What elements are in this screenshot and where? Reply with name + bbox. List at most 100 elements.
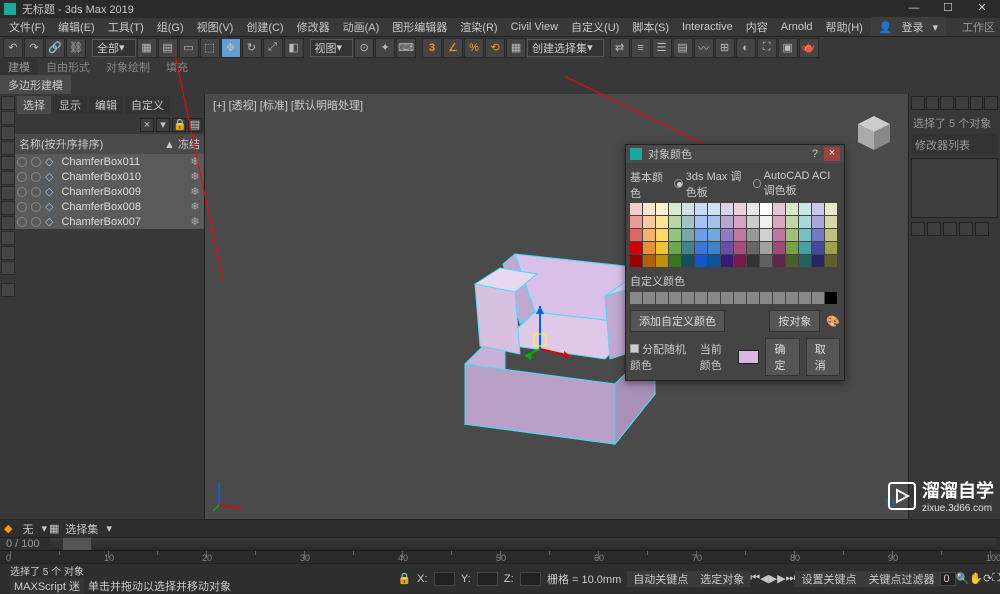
tool10-icon[interactable]: [1, 231, 15, 245]
by-object-button[interactable]: 按对象: [769, 310, 820, 332]
color-swatch[interactable]: [643, 255, 655, 267]
color-swatch[interactable]: [682, 255, 694, 267]
color-swatch[interactable]: [669, 203, 681, 215]
color-swatch[interactable]: [734, 229, 746, 241]
color-swatch[interactable]: [708, 255, 720, 267]
link-button[interactable]: 🔗: [45, 38, 65, 58]
menu-group[interactable]: 组(G): [152, 18, 189, 36]
color-swatch[interactable]: [656, 242, 668, 254]
current-color-swatch[interactable]: [738, 350, 759, 364]
add-custom-button[interactable]: 添加自定义颜色: [630, 310, 725, 332]
color-swatch[interactable]: [799, 203, 811, 215]
schematic-button[interactable]: ⊞: [715, 38, 735, 58]
object-name[interactable]: ChamferBox008: [57, 201, 184, 213]
color-swatch[interactable]: [708, 203, 720, 215]
color-swatch[interactable]: [825, 203, 837, 215]
frame-input[interactable]: 0: [940, 572, 955, 586]
modifier-stack[interactable]: [911, 158, 998, 218]
menu-script[interactable]: 脚本(S): [627, 18, 674, 36]
visibility-icon[interactable]: [17, 187, 27, 197]
key-mode-none[interactable]: 无: [16, 521, 39, 537]
color-swatch[interactable]: [773, 216, 785, 228]
color-swatch[interactable]: [799, 255, 811, 267]
color-swatch[interactable]: [695, 203, 707, 215]
color-swatch[interactable]: [760, 242, 772, 254]
redo-button[interactable]: ↷: [24, 38, 44, 58]
scene-row[interactable]: ◇ChamferBox009❄: [15, 184, 204, 199]
color-swatch[interactable]: [669, 242, 681, 254]
freeze-icon[interactable]: ❄: [188, 185, 202, 198]
custom-swatch[interactable]: [734, 292, 746, 304]
move-button[interactable]: ✥: [221, 38, 241, 58]
select-window-button[interactable]: ⬚: [200, 38, 220, 58]
material-button[interactable]: ◐: [736, 38, 756, 58]
paint-icon[interactable]: [1, 126, 15, 140]
color-swatch[interactable]: [825, 229, 837, 241]
freeze-icon[interactable]: ❄: [188, 155, 202, 168]
menu-render[interactable]: 渲染(R): [455, 18, 502, 36]
showend-icon[interactable]: [927, 222, 941, 236]
config-icon[interactable]: [975, 222, 989, 236]
color-swatch[interactable]: [669, 216, 681, 228]
setkey-button[interactable]: 设置关键点: [795, 571, 862, 587]
color-swatch[interactable]: [812, 229, 824, 241]
color-swatch[interactable]: [682, 242, 694, 254]
scale-button[interactable]: ⤢: [263, 38, 283, 58]
autokey-button[interactable]: 自动关键点: [627, 571, 694, 587]
coord-z-input[interactable]: [520, 572, 541, 586]
color-swatch[interactable]: [734, 216, 746, 228]
color-swatch[interactable]: [682, 229, 694, 241]
color-swatch[interactable]: [643, 203, 655, 215]
custom-swatch[interactable]: [747, 292, 759, 304]
ribbon-tab-polymodel[interactable]: 多边形建模: [0, 75, 71, 95]
curve-editor-button[interactable]: 〰: [694, 38, 714, 58]
object-name[interactable]: ChamferBox007: [57, 216, 184, 228]
tool6-icon[interactable]: [1, 171, 15, 185]
freeze-icon[interactable]: ❄: [188, 215, 202, 228]
color-swatch[interactable]: [747, 216, 759, 228]
hierarchy-tab-icon[interactable]: [940, 96, 954, 110]
render-button[interactable]: 🫖: [799, 38, 819, 58]
color-swatch[interactable]: [812, 255, 824, 267]
color-swatch[interactable]: [760, 216, 772, 228]
unlink-button[interactable]: ⛓: [66, 38, 86, 58]
viewport-label[interactable]: [+] [透视] [标准] [默认明暗处理]: [213, 97, 363, 113]
zoom-icon[interactable]: 🔍: [956, 572, 970, 585]
color-swatch[interactable]: [708, 216, 720, 228]
set-key-icon[interactable]: ◆: [0, 522, 16, 535]
color-swatch[interactable]: [786, 255, 798, 267]
color-swatch[interactable]: [734, 203, 746, 215]
color-swatch[interactable]: [721, 242, 733, 254]
color-swatch[interactable]: [760, 229, 772, 241]
close-button[interactable]: ✕: [968, 1, 996, 17]
color-swatch[interactable]: [630, 216, 642, 228]
color-swatch[interactable]: [786, 216, 798, 228]
orbit-icon[interactable]: ⟳: [983, 572, 992, 585]
color-swatch[interactable]: [721, 255, 733, 267]
filter-select[interactable]: 全部 ▾: [92, 39, 136, 57]
mirror-button[interactable]: ⇄: [610, 38, 630, 58]
percent-snap-button[interactable]: %: [464, 38, 484, 58]
ok-button[interactable]: 确定: [765, 338, 799, 376]
color-swatch[interactable]: [825, 255, 837, 267]
modify-tab-icon[interactable]: [926, 96, 940, 110]
menu-interactive[interactable]: Interactive: [677, 20, 738, 34]
hide-icon[interactable]: [31, 202, 41, 212]
freeze-icon[interactable]: ❄: [188, 200, 202, 213]
undo-button[interactable]: ↶: [3, 38, 23, 58]
color-picker-icon[interactable]: 🎨: [826, 315, 840, 328]
menu-anim[interactable]: 动画(A): [338, 18, 385, 36]
color-swatch[interactable]: [643, 242, 655, 254]
display-tab-icon[interactable]: [970, 96, 984, 110]
palette-3dsmax-radio[interactable]: 3ds Max 调色板: [674, 168, 742, 200]
spinner-snap-button[interactable]: ⟲: [485, 38, 505, 58]
angle-snap-button[interactable]: ∠: [443, 38, 463, 58]
menu-civil[interactable]: Civil View: [506, 20, 563, 34]
custom-swatch[interactable]: [708, 292, 720, 304]
manip-button[interactable]: ✦: [375, 38, 395, 58]
scene-lock-icon[interactable]: 🔒: [172, 118, 186, 132]
color-swatch[interactable]: [695, 255, 707, 267]
color-swatch[interactable]: [643, 229, 655, 241]
ribbon-button[interactable]: ▤: [673, 38, 693, 58]
snap-button[interactable]: 3: [422, 38, 442, 58]
